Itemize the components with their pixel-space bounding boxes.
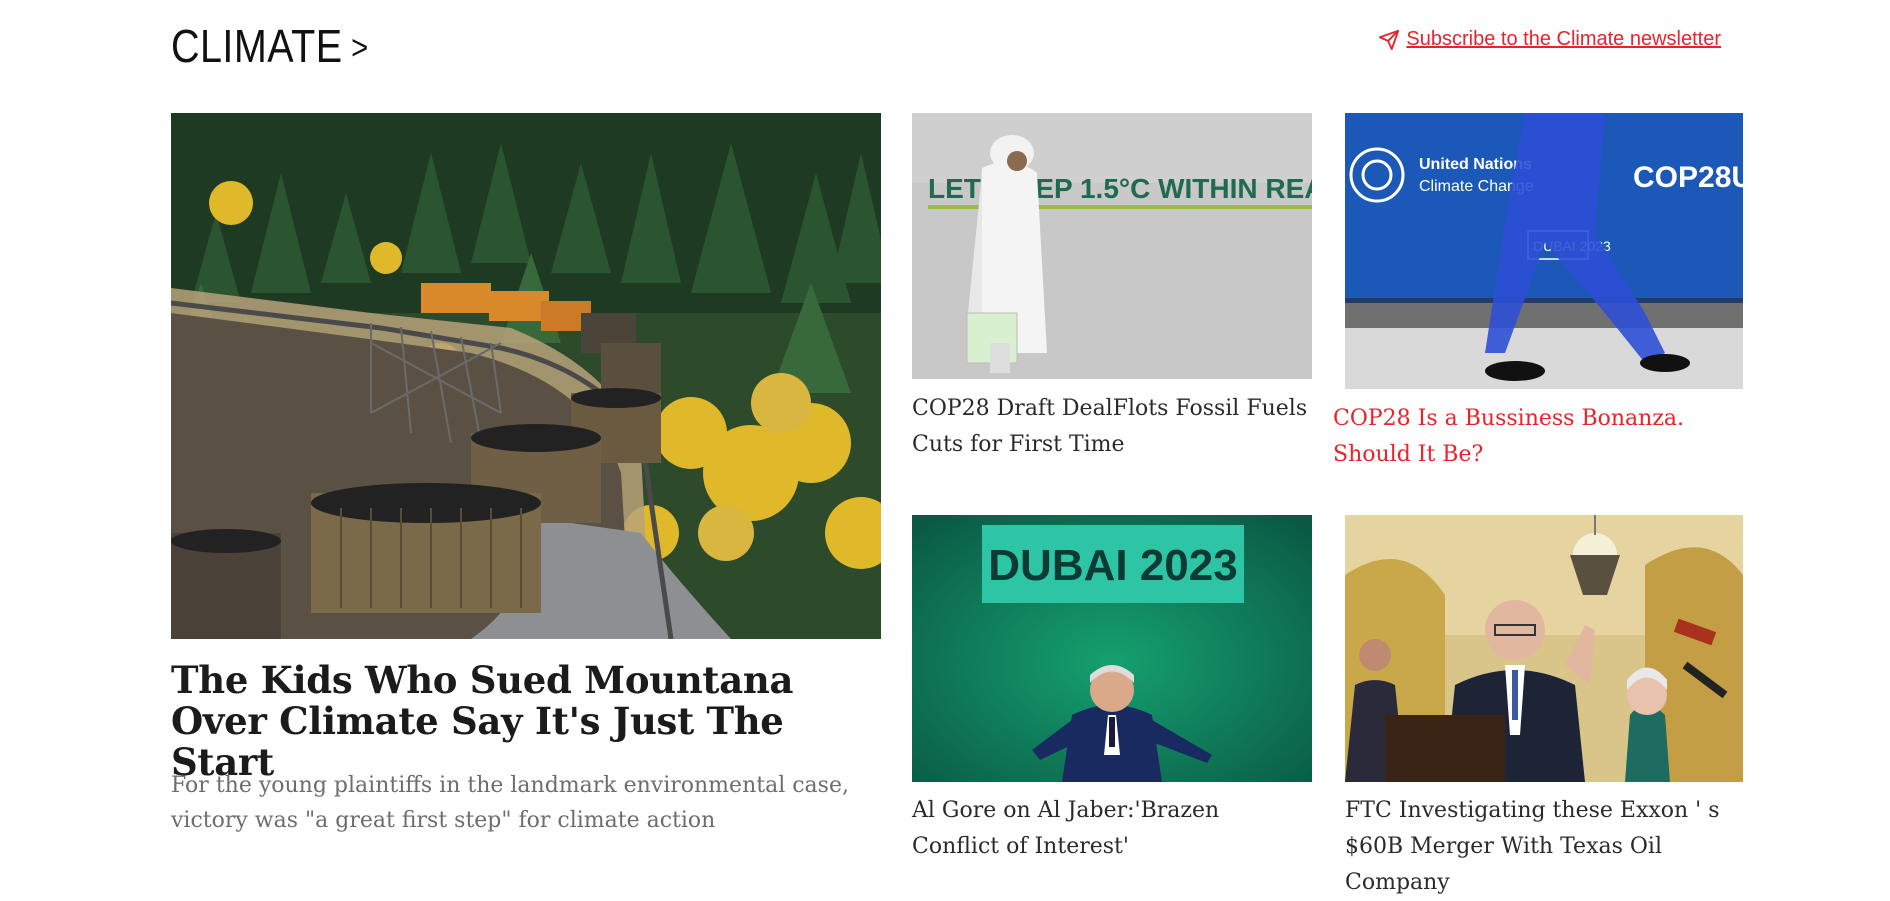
story-title[interactable]: COP28 Draft DealFlots Fossil Fuels Cuts … (912, 391, 1312, 463)
newsletter-subscribe-link[interactable]: Subscribe to the Climate newsletter (1378, 28, 1721, 51)
lead-story-image[interactable] (171, 113, 881, 639)
lead-story-title[interactable]: The Kids Who Sued Mountana Over Climate … (171, 660, 891, 783)
story-image[interactable]: DUBAI 2023 (912, 515, 1312, 782)
story-card[interactable]: United Nations Climate Change COP28UAE D… (1333, 113, 1743, 483)
delegate-walking-photo: LET… EEP 1.5°C WITHIN REACH. (912, 113, 1312, 379)
story-image[interactable]: LET… EEP 1.5°C WITHIN REACH. (912, 113, 1312, 379)
story-image[interactable]: United Nations Climate Change COP28UAE D… (1345, 113, 1743, 389)
press-conference-photo (1345, 515, 1743, 782)
story-title[interactable]: COP28 Is a Bussiness Bonanza. Should It … (1333, 401, 1733, 473)
story-card[interactable]: FTC Investigating these Exxon ' s $60B M… (1345, 515, 1745, 895)
banner-text: COP28UAE (1633, 161, 1743, 194)
section-title-link[interactable]: CLIMATE > (171, 16, 369, 78)
chevron-right-icon: > (351, 29, 369, 67)
story-title[interactable]: Al Gore on Al Jaber:'Brazen Conflict of … (912, 793, 1312, 865)
un-climate-change-banner-photo: United Nations Climate Change COP28UAE D… (1345, 113, 1743, 389)
lead-story-dek: For the young plaintiffs in the landmark… (171, 773, 849, 833)
newsletter-label: Subscribe to the Climate newsletter (1406, 28, 1721, 50)
story-card[interactable]: LET… EEP 1.5°C WITHIN REACH. COP28 Draft… (912, 113, 1312, 463)
lead-story-card[interactable] (0, 0, 1, 1)
story-image[interactable] (1345, 515, 1743, 782)
story-card[interactable]: DUBAI 2023 Al Gore on Al Jaber:'Brazen C… (912, 515, 1312, 859)
train-on-trestle-photo (171, 113, 881, 639)
speaker-on-stage-photo: DUBAI 2023 (912, 515, 1312, 782)
climate-section: CLIMATE > Subscribe to the Climate newsle… (0, 0, 1890, 895)
section-header: CLIMATE > Subscribe to the Climate newsle… (171, 12, 1721, 72)
story-title[interactable]: FTC Investigating these Exxon ' s $60B M… (1345, 793, 1745, 901)
section-title-text: CLIMATE (171, 20, 343, 72)
paper-plane-icon (1379, 29, 1400, 50)
banner-text: DUBAI 2023 (988, 541, 1237, 590)
